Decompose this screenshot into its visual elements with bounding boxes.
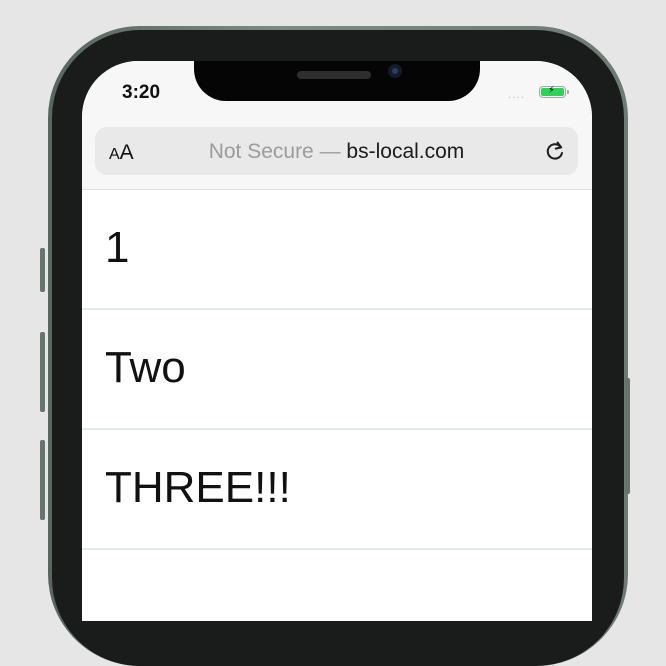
- not-secure-label: Not Secure —: [208, 140, 347, 163]
- volume-up-button: [40, 332, 45, 412]
- camera-lens: [392, 68, 398, 74]
- phone-screen: 3:20 .... ⚡ AA Not Secure — bs-local.com: [82, 61, 592, 621]
- front-camera-icon: [388, 64, 402, 78]
- list-item-label: 1: [105, 223, 130, 272]
- battery-level: ⚡: [541, 85, 564, 96]
- notch: [194, 61, 480, 101]
- browser-chrome: 3:20 .... ⚡ AA Not Secure — bs-local.com: [82, 61, 592, 190]
- list-item: [82, 550, 592, 621]
- url-domain: bs-local.com: [346, 140, 465, 163]
- status-time: 3:20: [122, 82, 161, 103]
- page-content: 1 Two THREE!!!: [82, 190, 592, 621]
- power-button: [625, 378, 630, 494]
- list-item: THREE!!!: [82, 430, 592, 550]
- speaker-grille: [297, 71, 371, 79]
- list-item: Two: [82, 310, 592, 430]
- address-bar[interactable]: AA Not Secure — bs-local.com: [95, 127, 578, 175]
- list-item: 1: [82, 190, 592, 310]
- battery-charging-icon: ⚡: [539, 86, 566, 98]
- charging-bolt-icon: ⚡: [548, 85, 556, 96]
- volume-down-button: [40, 440, 45, 520]
- reload-icon[interactable]: [544, 140, 566, 162]
- url-display[interactable]: Not Secure — bs-local.com: [95, 140, 578, 164]
- signal-icon: ....: [508, 87, 526, 101]
- battery-nub: [567, 90, 569, 94]
- list-item-label: Two: [105, 343, 186, 392]
- silent-switch: [40, 248, 45, 292]
- list-item-label: THREE!!!: [105, 463, 291, 512]
